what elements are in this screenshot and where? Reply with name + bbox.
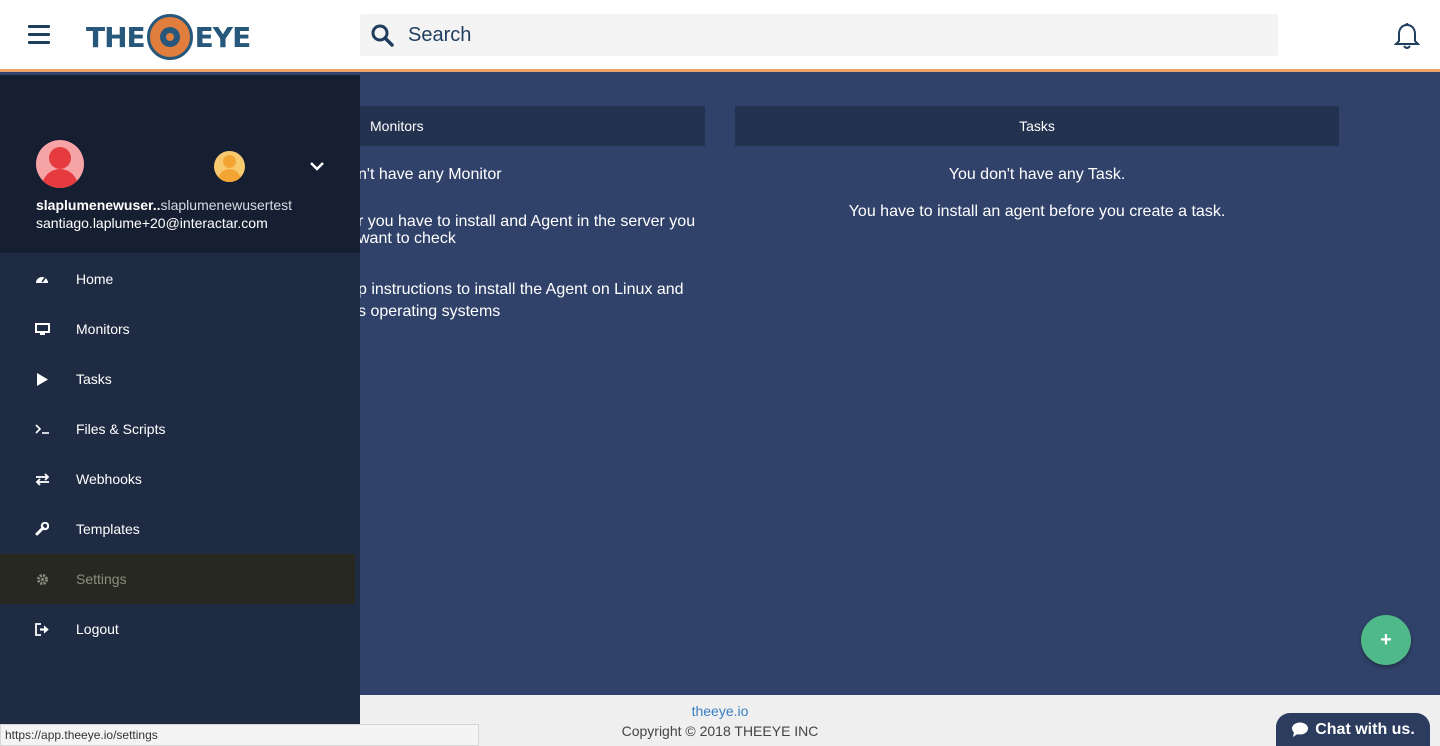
- sidebar-item-logout[interactable]: Logout: [0, 604, 355, 654]
- chat-widget-button[interactable]: Chat with us.: [1276, 713, 1430, 746]
- sidebar-item-label: Templates: [76, 521, 140, 537]
- desktop-icon: [34, 321, 50, 337]
- hamburger-menu-icon[interactable]: [28, 25, 50, 45]
- tasks-help-text: You have to install an agent before you …: [848, 203, 1226, 220]
- logo-text-right: EYE: [194, 20, 252, 54]
- sidebar-item-templates[interactable]: Templates: [0, 504, 355, 554]
- monitors-instructions-line-1[interactable]: p instructions to install the Agent on L…: [358, 281, 708, 298]
- sidebar: slaplumenewuser..slaplumenewusertest san…: [0, 75, 360, 746]
- terminal-icon: [34, 421, 50, 437]
- logo-text-left: THE: [86, 20, 146, 54]
- sidebar-item-files-scripts[interactable]: Files & Scripts: [0, 404, 355, 454]
- search-input[interactable]: [408, 20, 1258, 50]
- status-bar-url: https://app.theeye.io/settings: [0, 724, 479, 746]
- user-org-line: slaplumenewuser..slaplumenewusertest: [36, 197, 292, 213]
- sidebar-item-label: Settings: [76, 571, 127, 587]
- gear-icon: [34, 571, 50, 587]
- chat-bubble-icon: [1292, 722, 1309, 737]
- monitors-instructions-line-2[interactable]: s operating systems: [358, 303, 708, 320]
- monitors-empty-text: n't have any Monitor: [358, 166, 502, 183]
- user-name: slaplumenewuser..: [36, 197, 161, 213]
- monitors-help-line-1: r you have to install and Agent in the s…: [358, 213, 696, 230]
- sidebar-item-label: Logout: [76, 621, 119, 637]
- sidebar-item-monitors[interactable]: Monitors: [0, 304, 355, 354]
- dashboard-icon: [34, 271, 50, 287]
- logo[interactable]: THE EYE: [86, 12, 252, 62]
- eye-logo-icon: [146, 14, 193, 60]
- tasks-title: Tasks: [1019, 118, 1055, 134]
- exchange-icon: [34, 471, 50, 487]
- user-email: santiago.laplume+20@interactar.com: [36, 215, 268, 231]
- user-avatar[interactable]: [36, 140, 84, 188]
- sidebar-item-label: Monitors: [76, 321, 130, 337]
- sidebar-item-label: Files & Scripts: [76, 421, 166, 437]
- chat-label: Chat with us.: [1315, 720, 1415, 738]
- sidebar-item-label: Webhooks: [76, 471, 142, 487]
- sidebar-item-tasks[interactable]: Tasks: [0, 354, 355, 404]
- sidebar-item-webhooks[interactable]: Webhooks: [0, 454, 355, 504]
- sidebar-item-settings[interactable]: Settings: [0, 554, 355, 604]
- sign-out-icon: [34, 621, 50, 637]
- top-bar: THE EYE: [0, 0, 1440, 72]
- profile-section: slaplumenewuser..slaplumenewusertest san…: [0, 75, 360, 253]
- add-button[interactable]: +: [1361, 615, 1411, 665]
- search-bar: [360, 14, 1278, 56]
- sidebar-item-label: Home: [76, 271, 114, 287]
- org-name: slaplumenewusertest: [160, 197, 293, 213]
- search-icon[interactable]: [370, 23, 394, 47]
- sidebar-item-home[interactable]: Home: [0, 254, 355, 304]
- bell-icon[interactable]: [1394, 22, 1420, 50]
- plus-icon: +: [1380, 628, 1392, 651]
- wrench-icon: [34, 521, 50, 537]
- org-avatar[interactable]: [214, 151, 245, 182]
- play-icon: [34, 371, 50, 387]
- tasks-panel-header: Tasks: [735, 106, 1339, 146]
- sidebar-item-label: Tasks: [76, 371, 112, 387]
- monitors-help-line-2: want to check: [358, 230, 456, 247]
- monitors-title: Monitors: [370, 118, 424, 134]
- chevron-down-icon[interactable]: [308, 159, 326, 173]
- tasks-empty-text: You don't have any Task.: [948, 166, 1126, 183]
